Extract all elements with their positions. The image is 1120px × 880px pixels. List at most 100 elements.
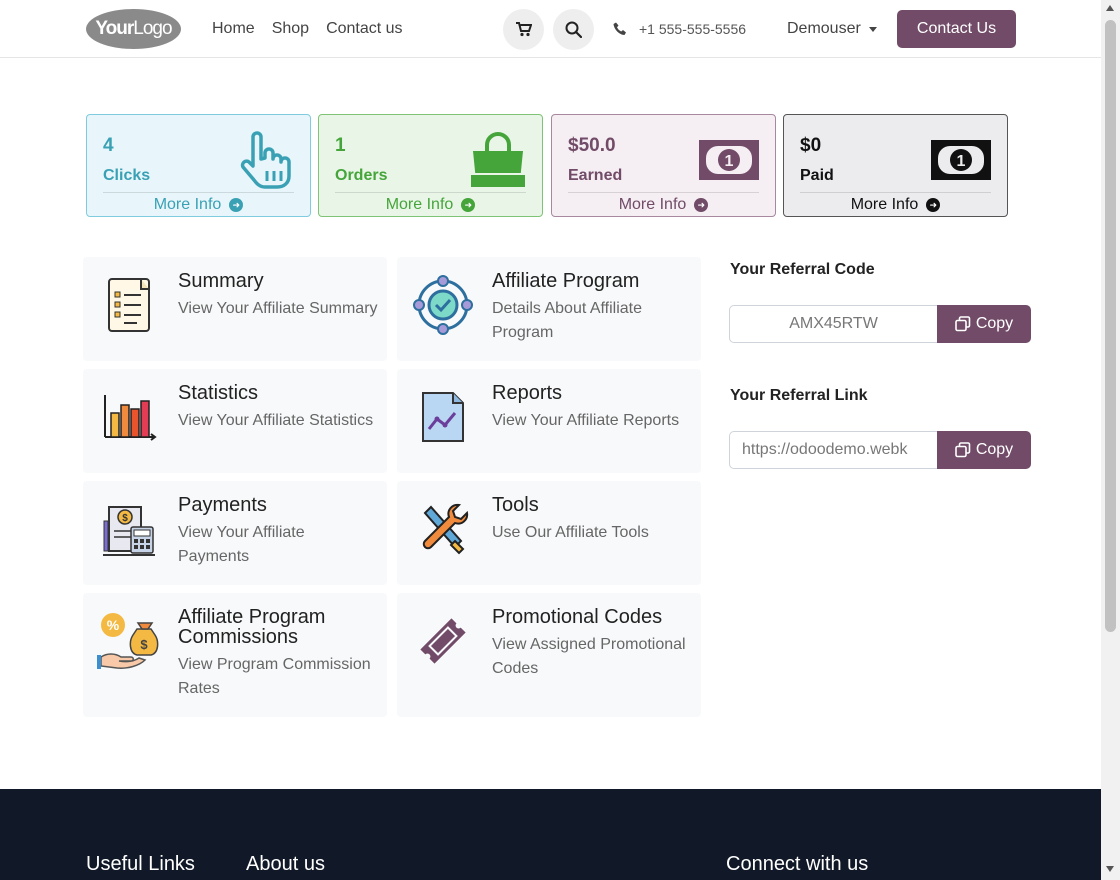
card-label: Paid xyxy=(800,167,834,184)
arrow-right-icon: ➜ xyxy=(461,198,476,212)
network-check-icon xyxy=(413,275,473,335)
scrollbar-thumb[interactable] xyxy=(1105,20,1116,632)
tile-commissions[interactable]: % $ Affiliate Program Commissions View P… xyxy=(83,593,387,717)
more-info-link[interactable]: More Info ➜ xyxy=(568,192,759,214)
search-button[interactable] xyxy=(553,9,594,50)
tile-reports[interactable]: Reports View Your Affiliate Reports xyxy=(397,369,701,473)
caret-down-icon xyxy=(868,26,877,32)
tile-description: View Your Affiliate Summary xyxy=(178,300,378,317)
cart-icon xyxy=(515,22,532,37)
copy-link-button[interactable]: Copy xyxy=(937,431,1031,469)
card-paid: $0 Paid 1 More Info ➜ xyxy=(783,114,1008,217)
copy-code-button[interactable]: Copy xyxy=(937,305,1031,343)
tile-title: Promotional Codes xyxy=(492,606,663,628)
scrollbar[interactable] xyxy=(1101,0,1120,880)
footer-useful-links: Useful Links xyxy=(86,853,195,875)
ticket-icon xyxy=(420,618,466,664)
svg-text:%: % xyxy=(107,617,120,633)
copy-icon xyxy=(955,316,971,332)
svg-text:$: $ xyxy=(140,637,148,652)
user-menu[interactable]: Demouser xyxy=(787,20,877,38)
tile-description: Details About Affiliate Program xyxy=(492,300,643,341)
referral-code-title: Your Referral Code xyxy=(730,261,875,278)
more-info-link[interactable]: More Info ➜ xyxy=(335,192,526,214)
card-value: 4 xyxy=(103,135,114,156)
tile-description: Use Our Affiliate Tools xyxy=(492,524,649,541)
logo-part1: Your xyxy=(95,18,134,39)
card-value: 1 xyxy=(335,135,346,156)
nav-contact[interactable]: Contact us xyxy=(326,20,402,38)
more-info-label: More Info xyxy=(618,196,687,213)
pointer-hand-icon xyxy=(240,131,291,189)
main-nav: Home Shop Contact us xyxy=(212,20,403,38)
card-label: Clicks xyxy=(103,167,151,184)
tile-description: View Program Commission Rates xyxy=(178,656,371,697)
card-value: $50.0 xyxy=(568,135,616,156)
header: Your Logo Home Shop Contact us +1 555-555… xyxy=(0,0,1101,58)
contact-us-button[interactable]: Contact Us xyxy=(897,10,1016,48)
copy-label: Copy xyxy=(975,441,1014,458)
banknote-icon: 1 xyxy=(699,140,759,180)
tile-description: View Your Affiliate Statistics xyxy=(178,412,374,429)
svg-text:1: 1 xyxy=(725,153,734,170)
footer-connect: Connect with us xyxy=(726,853,869,875)
card-clicks: 4 Clicks More Info ➜ xyxy=(86,114,311,217)
tile-tools[interactable]: Tools Use Our Affiliate Tools xyxy=(397,481,701,585)
tile-title: Payments xyxy=(178,494,267,516)
tile-title: Tools xyxy=(492,494,539,516)
user-name: Demouser xyxy=(787,20,861,37)
more-info-label: More Info xyxy=(153,196,222,213)
referral-link-title: Your Referral Link xyxy=(730,387,868,404)
nav-shop[interactable]: Shop xyxy=(272,20,309,38)
phone-icon xyxy=(613,22,626,35)
nav-home[interactable]: Home xyxy=(212,20,255,38)
commission-hand-icon: % $ xyxy=(97,613,159,669)
banknote-icon: 1 xyxy=(931,140,991,180)
more-info-label: More Info xyxy=(850,196,919,213)
copy-icon xyxy=(955,442,971,458)
copy-label: Copy xyxy=(975,315,1014,332)
referral-code-field[interactable]: AMX45RTW xyxy=(729,305,938,343)
phone-contact[interactable]: +1 555-555-5556 xyxy=(613,21,746,37)
card-label: Orders xyxy=(335,167,388,184)
scroll-down-arrow-icon[interactable] xyxy=(1106,866,1114,872)
arrow-right-icon: ➜ xyxy=(229,198,244,212)
svg-text:1: 1 xyxy=(957,153,966,170)
footer: Useful Links About us Connect with us xyxy=(0,789,1101,880)
tile-title: Summary xyxy=(178,270,264,292)
page: Your Logo Home Shop Contact us +1 555-555… xyxy=(0,0,1101,880)
checklist-icon xyxy=(108,278,150,332)
arrow-right-icon: ➜ xyxy=(926,198,941,212)
tile-description: View Your Affiliate Reports xyxy=(492,412,680,429)
phone-number: +1 555-555-5556 xyxy=(639,21,747,37)
tile-title: Affiliate Program xyxy=(492,270,640,292)
footer-about-us: About us xyxy=(246,853,325,875)
svg-text:$: $ xyxy=(122,513,128,524)
card-value: $0 xyxy=(800,135,822,156)
search-icon xyxy=(565,21,582,38)
tile-affiliate-program[interactable]: Affiliate Program Details About Affiliat… xyxy=(397,257,701,361)
bar-chart-icon xyxy=(104,395,157,441)
tile-title: Affiliate Program Commissions xyxy=(178,606,326,648)
more-info-label: More Info xyxy=(385,196,454,213)
more-info-link[interactable]: More Info ➜ xyxy=(800,192,991,214)
tile-payments[interactable]: $ Payments View Your Affiliate Payments xyxy=(83,481,387,585)
tile-promotional-codes[interactable]: Promotional Codes View Assigned Promotio… xyxy=(397,593,701,717)
card-earned: $50.0 Earned 1 More Info ➜ xyxy=(551,114,776,217)
tile-title: Reports xyxy=(492,382,563,404)
logo[interactable]: Your Logo xyxy=(86,9,181,49)
more-info-link[interactable]: More Info ➜ xyxy=(103,192,294,214)
card-orders: 1 Orders More Info ➜ xyxy=(318,114,543,217)
tile-title: Statistics xyxy=(178,382,259,404)
invoice-calculator-icon: $ xyxy=(103,506,155,556)
card-label: Earned xyxy=(568,167,623,184)
report-chart-icon xyxy=(422,392,464,442)
tile-description: View Your Affiliate Payments xyxy=(178,524,305,565)
tile-statistics[interactable]: Statistics View Your Affiliate Statistic… xyxy=(83,369,387,473)
cart-button[interactable] xyxy=(503,9,544,50)
tile-description: View Assigned Promotional Codes xyxy=(492,636,686,677)
tile-summary[interactable]: Summary View Your Affiliate Summary xyxy=(83,257,387,361)
scroll-up-arrow-icon[interactable] xyxy=(1106,5,1114,11)
referral-link-field[interactable]: https://odoodemo.webk xyxy=(729,431,938,469)
arrow-right-icon: ➜ xyxy=(694,198,709,212)
